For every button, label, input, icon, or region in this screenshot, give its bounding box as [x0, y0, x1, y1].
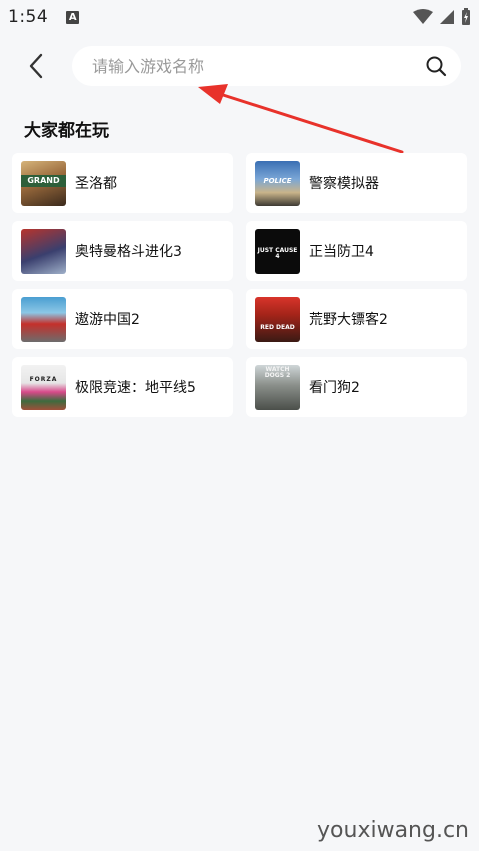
game-card[interactable]: 奥特曼格斗进化3: [12, 221, 233, 281]
game-card[interactable]: RED DEAD 荒野大镖客2: [246, 289, 467, 349]
game-thumbnail: WATCH DOGS 2: [255, 364, 300, 410]
game-name: 荒野大镖客2: [309, 312, 388, 328]
game-name: 奥特曼格斗进化3: [75, 244, 182, 260]
game-name: 正当防卫4: [309, 244, 374, 260]
section-title: 大家都在玩: [24, 121, 109, 141]
game-grid: GRAND 圣洛都 POLICE 警察模拟器 奥特曼格斗进化3 JUST CAU…: [12, 153, 467, 417]
game-name: 看门狗2: [309, 380, 360, 396]
status-time: 1:54: [8, 7, 49, 27]
thumbnail-label: WATCH DOGS 2: [264, 365, 291, 379]
game-card[interactable]: POLICE 警察模拟器: [246, 153, 467, 213]
game-name: 遨游中国2: [75, 312, 140, 328]
game-thumbnail: [21, 228, 66, 274]
search-box[interactable]: [72, 46, 461, 86]
chevron-left-icon: [29, 53, 43, 79]
game-card[interactable]: JUST CAUSE 4 正当防卫4: [246, 221, 467, 281]
search-icon[interactable]: [423, 53, 449, 79]
battery-charging-icon: [462, 8, 470, 25]
game-thumbnail: [21, 296, 66, 342]
status-bar: 1:54 A: [0, 0, 479, 34]
thumbnail-label: POLICE: [263, 176, 292, 185]
thumbnail-label: GRAND: [21, 174, 66, 187]
back-button[interactable]: [16, 46, 56, 86]
status-right: [413, 8, 471, 26]
thumbnail-label: FORZA: [29, 375, 58, 383]
watermark: youxiwang.cn: [317, 818, 469, 843]
game-name: 警察模拟器: [309, 176, 379, 192]
game-card[interactable]: FORZA 极限竞速：地平线5: [12, 357, 233, 417]
game-thumbnail: FORZA: [21, 364, 66, 410]
game-thumbnail: GRAND: [21, 160, 66, 206]
game-card[interactable]: WATCH DOGS 2 看门狗2: [246, 357, 467, 417]
signal-icon: [440, 10, 454, 24]
annotation-arrow-icon: [198, 84, 404, 154]
wifi-icon: [413, 9, 433, 24]
game-card[interactable]: GRAND 圣洛都: [12, 153, 233, 213]
game-thumbnail: JUST CAUSE 4: [255, 228, 300, 274]
notification-a-icon: A: [66, 10, 80, 24]
game-thumbnail: RED DEAD: [255, 296, 300, 342]
game-name: 极限竞速：地平线5: [75, 380, 196, 396]
game-thumbnail: POLICE: [255, 160, 300, 206]
game-card[interactable]: 遨游中国2: [12, 289, 233, 349]
thumbnail-label: RED DEAD: [260, 323, 295, 331]
game-name: 圣洛都: [75, 176, 117, 192]
status-left: 1:54 A: [8, 7, 80, 27]
thumbnail-label: JUST CAUSE 4: [257, 246, 298, 260]
search-input[interactable]: [90, 55, 423, 77]
